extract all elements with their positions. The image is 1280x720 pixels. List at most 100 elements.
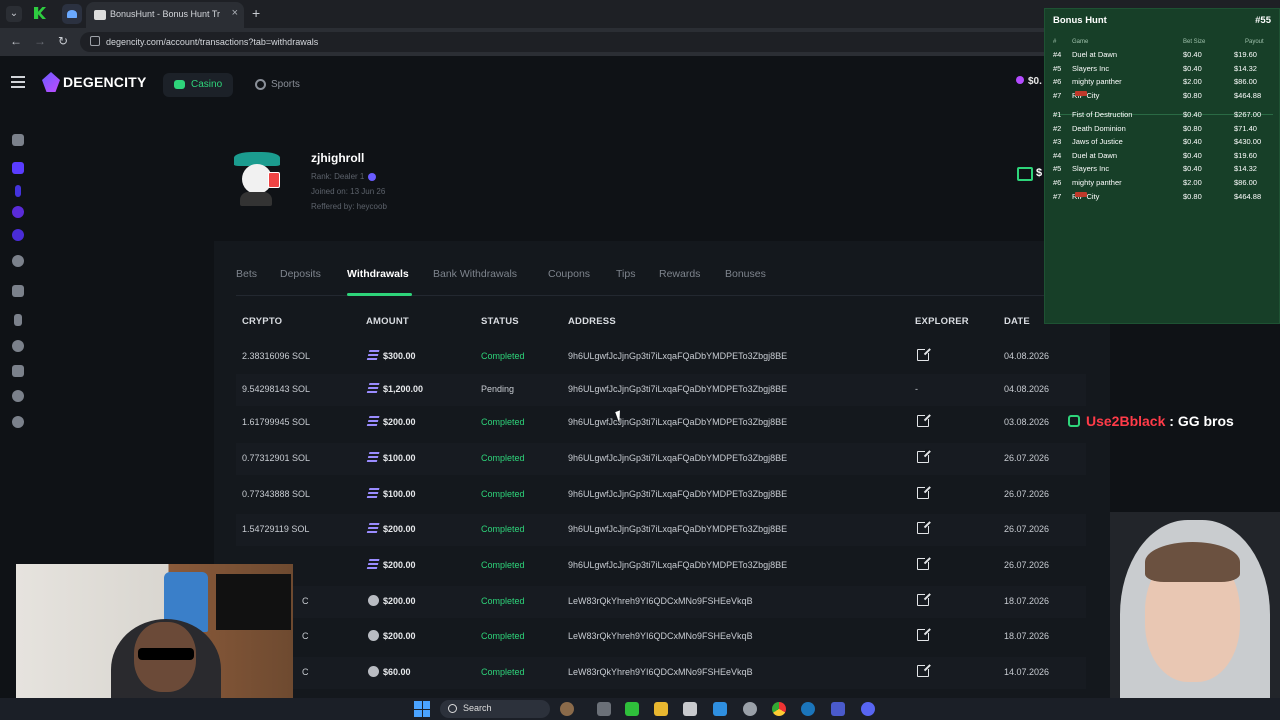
ltc-coin-icon <box>368 666 379 677</box>
taskbar-widget-icon[interactable] <box>560 702 574 716</box>
bonus-hunt-row: #6 mighty panther $2.00 $86.00 <box>1045 178 1280 191</box>
pinned-tab-icon[interactable] <box>62 4 82 24</box>
tab-favicon-icon <box>94 10 106 20</box>
external-link-icon[interactable] <box>917 413 931 427</box>
external-link-icon[interactable] <box>917 592 931 606</box>
tab-deposits[interactable]: Deposits <box>280 268 321 280</box>
bh-header-bet: Bet Size <box>1183 39 1206 45</box>
site-logo[interactable]: DEGENCITY <box>63 74 146 90</box>
url-text[interactable]: degencity.com/account/transactions?tab=w… <box>106 37 318 47</box>
sol-coin-icon <box>366 488 380 499</box>
bonus-hunt-overlay: Bonus Hunt #55 # Game Bet Size Payout #4… <box>1044 8 1280 324</box>
tab-tips[interactable]: Tips <box>616 268 635 280</box>
new-tab-button[interactable]: + <box>252 5 260 21</box>
cam-left-tv <box>216 574 291 630</box>
rail-sports-icon[interactable] <box>12 255 24 267</box>
external-link-icon[interactable] <box>917 556 931 570</box>
rail-community-icon[interactable] <box>12 416 24 428</box>
external-link-icon[interactable] <box>917 347 931 361</box>
store-icon[interactable] <box>683 702 697 716</box>
balance-display[interactable]: $0. <box>1016 76 1042 87</box>
cell-date: 04.08.2026 <box>1004 384 1050 394</box>
bh-payout: $14.32 <box>1234 164 1257 174</box>
sol-coin-icon <box>366 383 380 394</box>
obs-icon[interactable] <box>743 702 757 716</box>
taskbar-taskview-icon[interactable] <box>597 702 611 716</box>
app-icon[interactable] <box>831 702 845 716</box>
cell-date: 04.08.2026 <box>1004 351 1050 361</box>
chrome-icon[interactable] <box>772 702 786 716</box>
rail-games-icon[interactable] <box>12 134 24 146</box>
cell-address[interactable]: 9h6ULgwfJcJjnGp3ti7iLxqaFQaDbYMDPETo3Zbg… <box>568 453 787 463</box>
external-link-icon[interactable] <box>917 449 931 463</box>
external-link-icon[interactable] <box>917 520 931 534</box>
xbox-icon[interactable] <box>625 702 639 716</box>
discord-icon[interactable] <box>861 702 875 716</box>
tab-rewards[interactable]: Rewards <box>659 268 700 280</box>
cell-address[interactable]: 9h6ULgwfJcJjnGp3ti7iLxqaFQaDbYMDPETo3Zbg… <box>568 560 787 570</box>
cell-amount: $200.00 <box>383 417 416 427</box>
tab-close-icon[interactable]: × <box>232 7 238 19</box>
cell-crypto: 0.77312901 SOL <box>242 453 311 463</box>
bonus-hunt-row: #7 RIP City $0.80 $464.88 <box>1045 90 1280 104</box>
chat-badge-icon <box>1068 415 1080 427</box>
rail-diamond-icon[interactable] <box>12 390 24 402</box>
rail-promo-icon[interactable] <box>15 185 21 197</box>
nav-sports-button[interactable]: Sports <box>253 73 313 97</box>
profile-rank-text: Rank: Dealer 1 <box>311 172 365 181</box>
rail-trophy-icon[interactable] <box>14 314 22 326</box>
cell-address[interactable]: 9h6ULgwfJcJjnGp3ti7iLxqaFQaDbYMDPETo3Zbg… <box>568 417 787 427</box>
rail-slots-icon[interactable] <box>12 285 24 297</box>
cell-address[interactable]: 9h6ULgwfJcJjnGp3ti7iLxqaFQaDbYMDPETo3Zbg… <box>568 524 787 534</box>
tab-bonuses[interactable]: Bonuses <box>725 268 766 280</box>
external-link-icon[interactable] <box>917 627 931 641</box>
cell-address[interactable]: 9h6ULgwfJcJjnGp3ti7iLxqaFQaDbYMDPETo3Zbg… <box>568 384 787 394</box>
bh-bet: $0.40 <box>1183 110 1202 119</box>
tab-bank-withdrawals[interactable]: Bank Withdrawals <box>433 268 517 280</box>
taskbar-search[interactable]: Search <box>440 700 550 718</box>
edge-icon[interactable] <box>713 702 727 716</box>
rail-originals-icon[interactable] <box>12 162 24 174</box>
cell-address[interactable]: LeW83rQkYhreh9YI6QDCxMNo9FSHEeVkqB <box>568 667 753 677</box>
rail-announce-icon[interactable] <box>12 365 24 377</box>
rail-vip-icon[interactable] <box>12 206 24 218</box>
sol-coin-icon <box>366 416 380 427</box>
table-row: 1.61799945 SOL $200.00 Completed 9h6ULgw… <box>236 407 1086 439</box>
tab-bets[interactable]: Bets <box>236 268 257 280</box>
address-bar[interactable]: degencity.com/account/transactions?tab=w… <box>80 32 1060 52</box>
windows-start-icon[interactable] <box>414 701 430 717</box>
table-row: C $200.00 Completed LeW83rQkYhreh9YI6QDC… <box>236 621 1086 653</box>
bh-game-name: Jaws of Justice <box>1072 137 1123 147</box>
tab-coupons[interactable]: Coupons <box>548 268 590 280</box>
forward-button[interactable]: → <box>34 34 46 48</box>
bh-payout: $267.00 <box>1234 110 1262 119</box>
cell-date: 14.07.2026 <box>1004 667 1050 677</box>
nav-casino-button[interactable]: Casino <box>163 73 233 97</box>
bonus-hunt-row: #5 Slayers Inc $0.40 $14.32 <box>1045 164 1280 177</box>
steam-icon[interactable] <box>801 702 815 716</box>
cell-address[interactable]: 9h6ULgwfJcJjnGp3ti7iLxqaFQaDbYMDPETo3Zbg… <box>568 351 787 361</box>
external-link-icon[interactable] <box>917 663 931 677</box>
tab-withdrawals[interactable]: Withdrawals <box>347 268 409 280</box>
cell-amount: $200.00 <box>383 524 416 534</box>
kick-tab-icon[interactable] <box>34 7 46 19</box>
degencity-logo-icon[interactable] <box>42 72 60 92</box>
bh-rank: #1 <box>1053 110 1062 119</box>
wallet-amount: $ <box>1036 167 1043 179</box>
wallet-icon[interactable] <box>1017 167 1033 181</box>
reload-button[interactable]: ↻ <box>58 34 68 48</box>
rail-star-icon[interactable] <box>12 340 24 352</box>
browser-tab-bonushunt[interactable]: BonusHunt - Bonus Hunt Track × <box>86 2 244 28</box>
external-link-icon[interactable] <box>917 485 931 499</box>
tab-list-chevron-icon[interactable]: ⌄ <box>6 6 22 22</box>
back-button[interactable]: ← <box>10 34 22 48</box>
search-icon <box>448 704 457 713</box>
file-explorer-icon[interactable] <box>654 702 668 716</box>
cell-address[interactable]: LeW83rQkYhreh9YI6QDCxMNo9FSHEeVkqB <box>568 631 753 641</box>
cell-address[interactable]: LeW83rQkYhreh9YI6QDCxMNo9FSHEeVkqB <box>568 596 753 606</box>
rail-rewards-icon[interactable] <box>12 229 24 241</box>
menu-icon[interactable] <box>11 76 25 88</box>
site-info-icon[interactable] <box>90 36 100 46</box>
cell-address[interactable]: 9h6ULgwfJcJjnGp3ti7iLxqaFQaDbYMDPETo3Zbg… <box>568 489 787 499</box>
bh-game-name: Duel at Dawn <box>1072 150 1118 160</box>
